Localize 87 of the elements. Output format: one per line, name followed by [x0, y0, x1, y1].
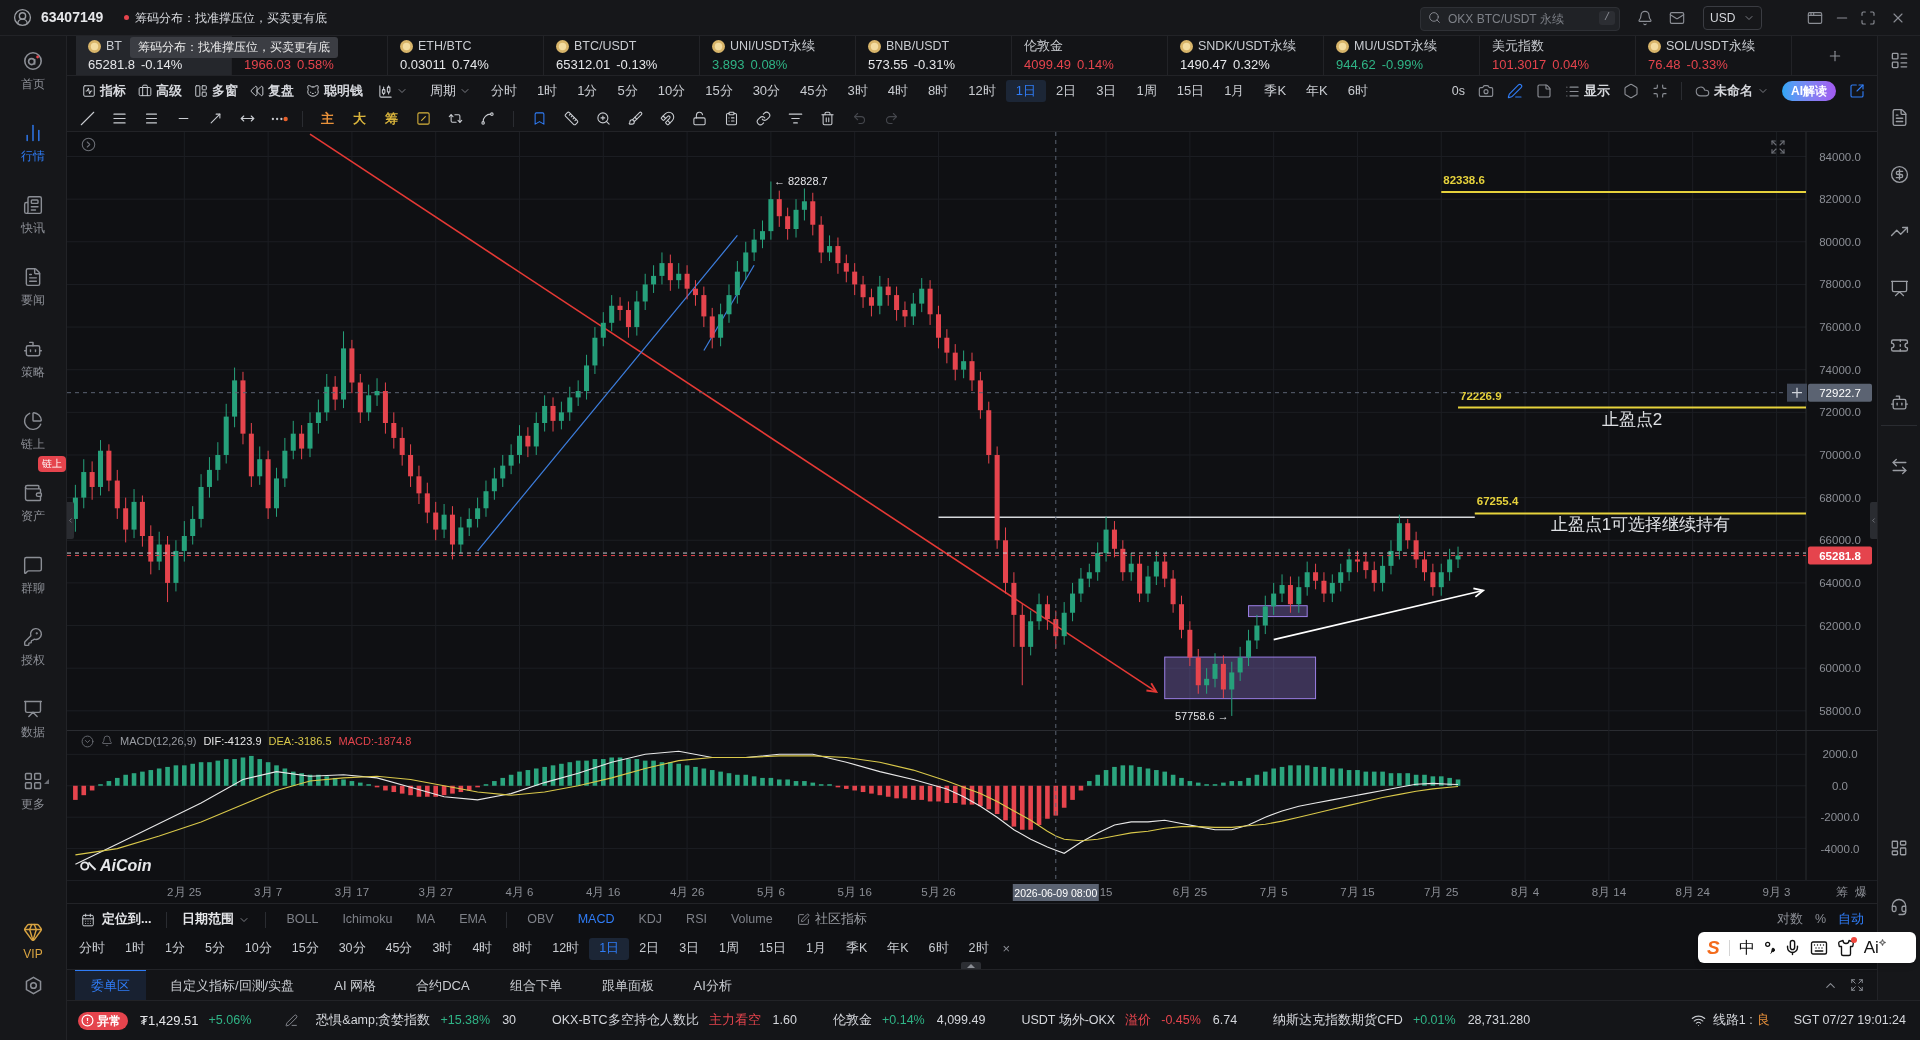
price-axis-label: 74000.0 [1819, 363, 1861, 376]
ticker-symbol: ETH/BTC [418, 37, 472, 55]
price-axis-label: 82000.0 [1819, 193, 1861, 206]
ticker-price: 3.893 [712, 55, 745, 74]
ticker-symbol: 美元指数 [1492, 37, 1544, 55]
connection-quality: 良 [1756, 1012, 1770, 1030]
price-axis-label: 64000.0 [1819, 576, 1861, 589]
price-axis-label: 72000.0 [1819, 406, 1861, 419]
ticker-change: -0.31% [913, 55, 955, 74]
ticker-symbol: UNI/USDT永续 [730, 37, 816, 55]
connection-label: 线路1 : [1712, 1012, 1753, 1030]
ref-line-label: 65281.8 [1819, 549, 1862, 562]
price-axis-label: 58000.0 [1819, 704, 1861, 717]
price-level-label: 72226.9 [1460, 389, 1502, 402]
price-axis-label: 62000.0 [1819, 619, 1861, 632]
tag-badge: 链上 [38, 456, 66, 472]
signal-tag: 主力看空 [708, 1011, 761, 1030]
ticker-price: 0.03011 [400, 55, 447, 74]
price-axis-label: 68000.0 [1819, 491, 1861, 504]
ticker-price: 944.62 [1336, 55, 1376, 74]
ticker-symbol: BNB/USDT [886, 37, 950, 55]
clock: SGT 07/27 19:01:24 [1793, 1012, 1906, 1030]
price-axis-label: 76000.0 [1819, 321, 1861, 334]
ticker-change: -0.14% [141, 55, 183, 74]
ticker-price: 65281.8 [88, 55, 135, 74]
ticker-price: 573.55 [868, 55, 908, 74]
ticker-symbol: BT [106, 37, 122, 55]
dif-value: DIF:-4123.9 [203, 734, 262, 749]
ticker-change: 0.74% [452, 55, 489, 74]
market-indicator-label: USDT 场外-OKX [1021, 1012, 1116, 1030]
ticker-change: 0.32% [1233, 55, 1270, 74]
market-indicator-label: 纳斯达克指数期货CFD [1273, 1012, 1403, 1030]
indicator-name: MACD(12,26,9) [120, 734, 197, 749]
price-axis-label: 84000.0 [1819, 150, 1861, 163]
high-price-marker: ← 82828.7 [773, 175, 828, 188]
token-price: ₮1,429.51 [140, 1011, 199, 1030]
crosshair-price-label: 72922.7 [1808, 383, 1872, 402]
ticker-symbol: MU/USDT永续 [1354, 37, 1437, 55]
price-axis-label: 60000.0 [1819, 662, 1861, 675]
indicator-value: 28,731.280 [1467, 1012, 1531, 1030]
macd-value: MACD:-1874.8 [338, 734, 412, 749]
price-axis-label: 80000.0 [1819, 235, 1861, 248]
ticker-price: 65312.01 [556, 55, 611, 74]
price-level-label: 67255.4 [1476, 495, 1519, 508]
price-axis-label: 70000.0 [1819, 449, 1861, 461]
ticker-change: -0.13% [616, 55, 658, 74]
market-indicator-label: 伦敦金 [832, 1012, 872, 1030]
indicator-value: 6.74 [1212, 1012, 1238, 1030]
indicator-change: +0.01% [1412, 1012, 1456, 1030]
price-axis-label: 66000.0 [1819, 534, 1861, 547]
price-axis-label: 78000.0 [1819, 278, 1861, 291]
ref-line-label: 72922.7 [1819, 386, 1861, 399]
ticker-symbol: BTC/USDT [574, 37, 637, 55]
ticker-change: -0.33% [1686, 55, 1728, 74]
ticker-change: -0.99% [1381, 55, 1423, 74]
chart-note: 止盈点2 [1601, 409, 1663, 429]
ticker-price: 1966.03 [244, 55, 291, 74]
ticker-change: 0.58% [297, 55, 334, 74]
indicator-value: 4,099.49 [936, 1012, 986, 1030]
ticker-symbol: 伦敦金 [1024, 37, 1063, 55]
ticker-symbol: SOL/USDT永续 [1666, 37, 1755, 55]
market-indicator-label: 恐惧&amp;贪婪指数 [316, 1012, 431, 1030]
ticker-price: 1490.47 [1180, 55, 1227, 74]
ticker-change: 0.04% [1552, 55, 1590, 74]
ticker-price: 101.3017 [1492, 55, 1547, 74]
ticker-price: 76.48 [1648, 55, 1681, 74]
refresh-timer: 0s [1451, 82, 1465, 100]
last-price-label: 65281.8 [1808, 546, 1872, 565]
price-change: +5.06% [208, 1012, 252, 1030]
ticker-change: 0.08% [750, 55, 788, 74]
low-price-marker: 57758.6 → [1174, 709, 1229, 722]
price-level-label: 82338.6 [1443, 173, 1485, 186]
chart-note: 止盈点1可选择继续持有 [1550, 515, 1731, 535]
indicator-change: +0.14% [881, 1012, 925, 1030]
user-id: 63407149 [41, 8, 104, 27]
market-indicator-label: OKX-BTC多空持仓人数比 [552, 1012, 699, 1030]
dea-value: DEA:-3186.5 [268, 734, 332, 749]
tooltip: 筹码分布：找准撑压位，买卖更有底 [130, 37, 338, 58]
chart-logo-text: AiCoin [100, 856, 152, 876]
ticker-change: 0.14% [1077, 55, 1114, 74]
signal-tag: 溢价 [1125, 1011, 1152, 1030]
indicator-value: 30 [502, 1012, 517, 1030]
indicator-change: -0.45% [1161, 1012, 1201, 1030]
ticker-symbol: SNDK/USDT永续 [1198, 37, 1297, 55]
ticker-price: 4099.49 [1024, 55, 1071, 74]
indicator-value: 1.60 [772, 1012, 797, 1030]
indicator-change: +15.38% [440, 1012, 491, 1030]
